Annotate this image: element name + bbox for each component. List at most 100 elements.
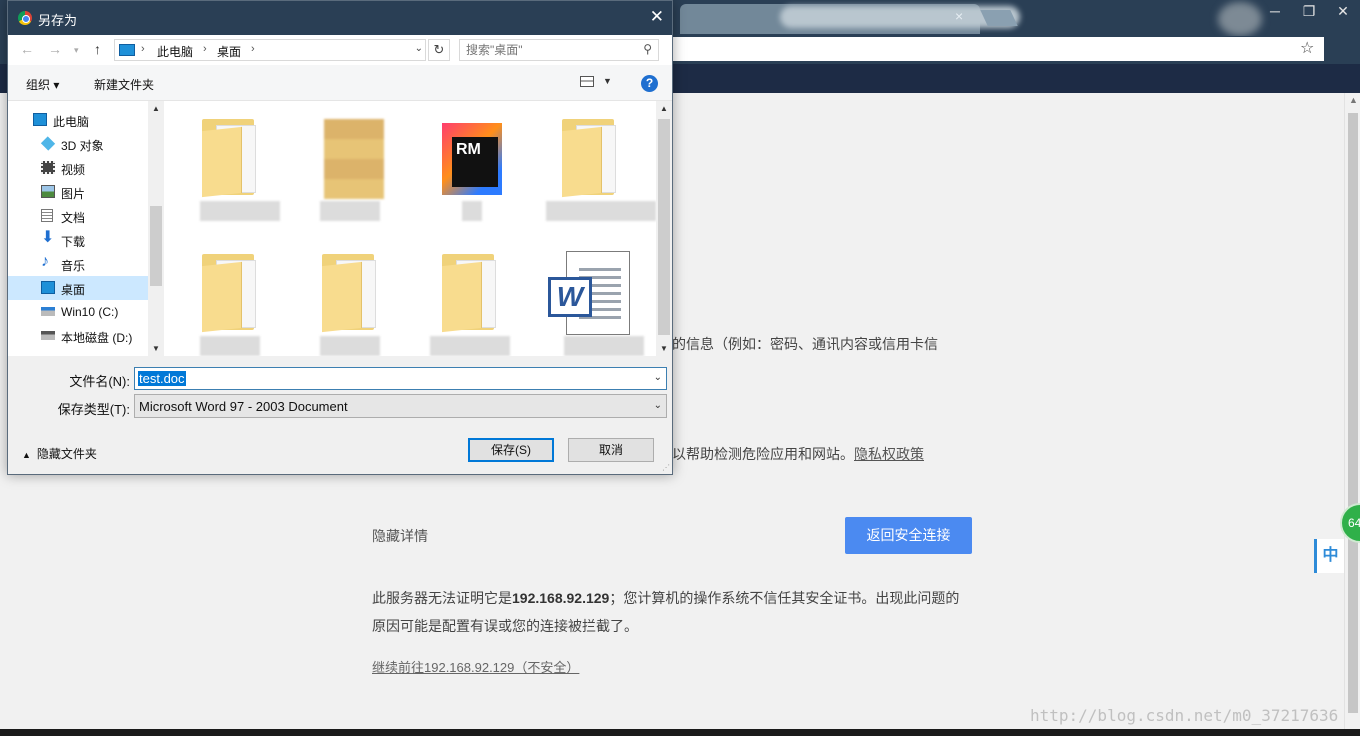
scroll-down-icon[interactable]: ▼ bbox=[660, 344, 668, 353]
app-shortcut-item[interactable] bbox=[404, 101, 514, 221]
scroll-thumb[interactable] bbox=[1348, 113, 1358, 713]
help-text: 以帮助检测危险应用和网站。隐私权政策 bbox=[672, 440, 924, 468]
breadcrumb-separator-icon[interactable]: › bbox=[203, 43, 207, 55]
folder-icon bbox=[322, 254, 384, 333]
hide-folders-label: 隐藏文件夹 bbox=[36, 447, 97, 461]
close-window-icon[interactable]: ✕ bbox=[1326, 0, 1360, 22]
nav-pane-scrollbar[interactable]: ▲ ▼ bbox=[148, 101, 164, 356]
scroll-thumb[interactable] bbox=[658, 119, 670, 335]
blurred-label bbox=[200, 201, 280, 221]
breadcrumb-separator-icon[interactable]: › bbox=[251, 43, 255, 55]
nav-item-music[interactable]: ♪ 音乐 bbox=[8, 252, 148, 276]
ime-indicator[interactable]: 中 bbox=[1314, 539, 1344, 573]
blurred-label bbox=[546, 201, 656, 221]
computer-icon bbox=[33, 113, 47, 126]
watermark: http://blog.csdn.net/m0_37217636 bbox=[1030, 706, 1339, 725]
nav-item-pictures[interactable]: 图片 bbox=[8, 180, 148, 204]
cancel-button[interactable]: 取消 bbox=[568, 438, 654, 462]
save-button[interactable]: 保存(S) bbox=[468, 438, 554, 462]
view-options-icon[interactable] bbox=[580, 76, 594, 87]
minimize-icon[interactable]: ─ bbox=[1258, 0, 1292, 22]
computer-icon bbox=[119, 44, 135, 56]
chevron-down-icon[interactable]: ⌄ bbox=[654, 372, 662, 383]
music-icon: ♪ bbox=[41, 253, 49, 270]
restore-icon[interactable]: ❐ bbox=[1292, 0, 1326, 22]
drive-icon bbox=[41, 331, 55, 340]
up-arrow-icon[interactable]: ↑ bbox=[94, 41, 101, 57]
folder-item[interactable] bbox=[164, 101, 280, 221]
proceed-unsafe-link[interactable]: 继续前往192.168.92.129（不安全） bbox=[372, 654, 579, 682]
nav-item-label: 此电脑 bbox=[53, 115, 90, 129]
nav-item-label: 文档 bbox=[61, 211, 86, 225]
folder-icon bbox=[562, 119, 624, 198]
nav-item-drive-c[interactable]: Win10 (C:) bbox=[8, 300, 148, 324]
breadcrumb-item-this-pc[interactable]: 此电脑 bbox=[157, 43, 193, 60]
breadcrumb-separator-icon[interactable]: › bbox=[141, 43, 145, 55]
nav-item-documents[interactable]: 文档 bbox=[8, 204, 148, 228]
cube-icon bbox=[40, 136, 56, 151]
scroll-up-icon[interactable]: ▲ bbox=[660, 104, 668, 113]
help-icon[interactable]: ? bbox=[641, 75, 658, 92]
blurred-label bbox=[200, 336, 260, 356]
nav-item-3d-objects[interactable]: 3D 对象 bbox=[8, 132, 148, 156]
breadcrumb[interactable]: › 此电脑 › 桌面 › ⌄ bbox=[114, 39, 426, 61]
nav-item-desktop[interactable]: 桌面 bbox=[8, 276, 148, 300]
new-folder-button[interactable]: 新建文件夹 bbox=[94, 76, 154, 93]
page-scrollbar[interactable]: ▲ bbox=[1344, 93, 1360, 729]
hide-folders-toggle[interactable]: ▲ 隐藏文件夹 bbox=[22, 445, 97, 462]
desktop-icon bbox=[41, 281, 55, 294]
recent-dropdown-icon[interactable]: ▾ bbox=[74, 45, 79, 56]
chevron-down-icon[interactable]: ⌄ bbox=[415, 43, 423, 54]
folder-item[interactable] bbox=[284, 236, 394, 356]
chevron-down-icon[interactable]: ⌄ bbox=[654, 400, 662, 411]
folder-item[interactable] bbox=[524, 101, 656, 221]
view-dropdown-icon[interactable]: ▼ bbox=[603, 76, 612, 86]
resize-grip-icon[interactable]: ⋰ bbox=[662, 463, 670, 472]
organize-menu[interactable]: 组织 ▾ bbox=[26, 76, 59, 93]
scroll-up-icon[interactable]: ▲ bbox=[1349, 95, 1358, 105]
back-arrow-icon[interactable]: ← bbox=[20, 41, 34, 57]
forward-arrow-icon[interactable]: → bbox=[48, 41, 62, 57]
back-to-safety-button[interactable]: 返回安全连接 bbox=[845, 517, 972, 554]
cert-error-text: 此服务器无法证明它是192.168.92.129；您计算机的操作系统不信任其安全… bbox=[372, 584, 972, 640]
filename-label: 文件名(N): bbox=[69, 374, 130, 389]
dialog-close-icon[interactable]: ✕ bbox=[650, 7, 664, 27]
nav-item-label: Win10 (C:) bbox=[61, 305, 119, 319]
filename-value[interactable]: test.doc bbox=[138, 371, 186, 386]
tab-close-icon[interactable]: × bbox=[955, 8, 963, 24]
search-box[interactable]: ⚲ bbox=[459, 39, 659, 61]
window-controls: ─ ❐ ✕ bbox=[1258, 0, 1360, 22]
nav-item-label: 视频 bbox=[61, 163, 86, 177]
hide-details-link[interactable]: 隐藏详情 bbox=[372, 522, 428, 550]
folder-icon bbox=[202, 254, 264, 333]
refresh-icon[interactable]: ↻ bbox=[428, 39, 450, 61]
navigation-pane: 此电脑 3D 对象 视频 图片 文档 ⬇ 下载 ♪ 音乐 桌面 Win10 (C… bbox=[8, 101, 148, 356]
scroll-thumb[interactable] bbox=[150, 206, 162, 286]
search-icon[interactable]: ⚲ bbox=[643, 42, 652, 56]
dialog-titlebar[interactable]: 另存为 ✕ bbox=[8, 1, 672, 35]
dialog-title: 另存为 bbox=[38, 13, 78, 28]
folder-item[interactable] bbox=[164, 236, 274, 356]
scroll-down-icon[interactable]: ▼ bbox=[152, 344, 160, 353]
filename-field[interactable]: test.doc ⌄ bbox=[134, 367, 667, 390]
nav-item-videos[interactable]: 视频 bbox=[8, 156, 148, 180]
file-view-scrollbar[interactable]: ▲ ▼ bbox=[656, 101, 672, 356]
folder-item[interactable] bbox=[404, 236, 514, 356]
breadcrumb-item-desktop[interactable]: 桌面 bbox=[217, 43, 241, 60]
filetype-select[interactable]: Microsoft Word 97 - 2003 Document ⌄ bbox=[134, 394, 667, 418]
address-bar[interactable] bbox=[672, 37, 1324, 61]
nav-item-label: 本地磁盘 (D:) bbox=[61, 331, 133, 345]
nav-item-downloads[interactable]: ⬇ 下载 bbox=[8, 228, 148, 252]
folder-item[interactable] bbox=[284, 101, 394, 221]
download-icon: ⬇ bbox=[41, 229, 55, 246]
nav-item-label: 桌面 bbox=[61, 283, 86, 297]
nav-item-drive-d[interactable]: 本地磁盘 (D:) bbox=[8, 324, 148, 348]
cert-text-pre: 此服务器无法证明它是 bbox=[372, 590, 512, 606]
bookmark-star-icon[interactable]: ☆ bbox=[1300, 38, 1314, 58]
drive-icon bbox=[41, 307, 55, 316]
search-input[interactable] bbox=[466, 42, 636, 58]
nav-item-label: 下载 bbox=[61, 235, 86, 249]
scroll-up-icon[interactable]: ▲ bbox=[152, 104, 160, 113]
nav-item-this-pc[interactable]: 此电脑 bbox=[8, 108, 148, 132]
privacy-link[interactable]: 隐私权政策 bbox=[854, 446, 924, 462]
